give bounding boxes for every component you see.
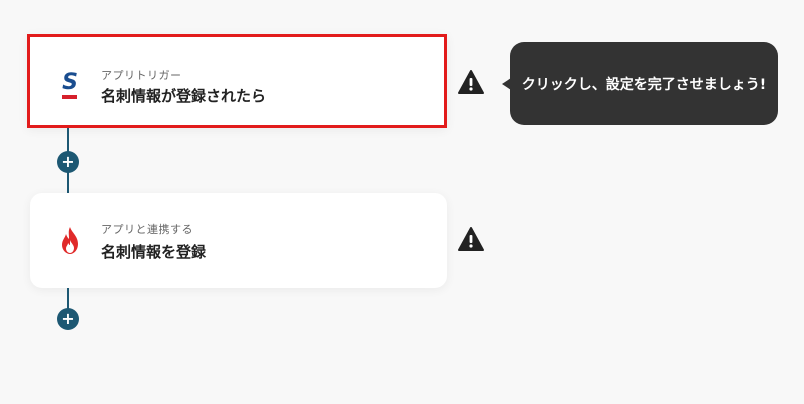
tooltip-text: クリックし、設定を完了させましょう! [521, 76, 767, 93]
step-type-label: アプリと連携する [101, 223, 193, 236]
action-step-card[interactable]: アプリと連携する 名刺情報を登録 [30, 193, 447, 288]
setup-tooltip: クリックし、設定を完了させましょう! [510, 42, 778, 125]
add-step-button[interactable]: + [57, 151, 79, 173]
step-type-label: アプリトリガー [101, 69, 182, 82]
add-step-button[interactable]: + [57, 308, 79, 330]
step-title: 名刺情報を登録 [101, 243, 207, 261]
flame-icon [55, 224, 85, 258]
svg-text:S: S [62, 70, 78, 95]
flow-connector [67, 288, 69, 310]
step-title: 名刺情報が登録されたら [101, 87, 267, 105]
warning-icon[interactable] [457, 226, 485, 252]
sansan-icon: S [55, 69, 85, 103]
warning-icon[interactable] [457, 69, 485, 95]
trigger-step-card[interactable]: S アプリトリガー 名刺情報が登録されたら [27, 34, 447, 128]
